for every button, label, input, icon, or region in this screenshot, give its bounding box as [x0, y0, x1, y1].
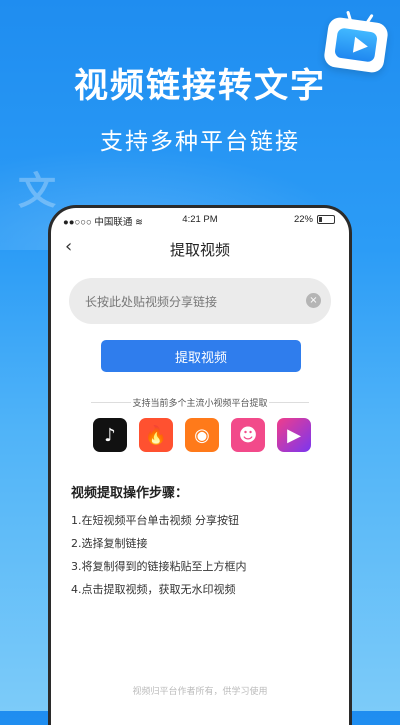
extract-video-button[interactable]: 提取视频	[101, 340, 301, 372]
tiktok-icon: ♪	[93, 418, 127, 452]
battery-status: 22%	[294, 214, 335, 225]
battery-icon	[317, 215, 335, 224]
steps-title: 视频提取操作步骤：	[71, 486, 189, 501]
decorative-glyph: 文	[18, 169, 57, 213]
step-item: 4.点击提取视频，获取无水印视频	[71, 583, 236, 596]
link-input[interactable]	[83, 278, 297, 326]
kuaishou-icon: ◉	[185, 418, 219, 452]
pipi-icon: ☻	[231, 418, 265, 452]
steps-list: 1.在短视频平台单击视频 分享按钮 2.选择复制链接 3.将复制得到的链接粘贴至…	[71, 512, 247, 604]
footer-note: 视频归平台作者所有，供学习使用	[132, 687, 268, 697]
divider-right	[269, 402, 309, 403]
step-item: 3.将复制得到的链接粘贴至上方框内	[71, 560, 247, 573]
huoshan-icon: 🔥	[139, 418, 173, 452]
hero-subtitle: 支持多种平台链接	[100, 129, 300, 155]
page-title: 提取视频	[169, 241, 230, 259]
phone-frame: ●●○○○ 中国联通 ≋ 4:21 PM 22% ‹ 提取视频 × 提取视频 支…	[48, 205, 352, 725]
step-item: 1.在短视频平台单击视频 分享按钮	[71, 514, 239, 527]
video-play-icon: ▶	[277, 418, 311, 452]
status-bar: ●●○○○ 中国联通 ≋ 4:21 PM 22%	[51, 208, 349, 230]
link-input-container: ×	[69, 278, 331, 326]
clear-icon[interactable]: ×	[306, 293, 321, 308]
hero-title: 视频链接转文字	[74, 66, 326, 106]
step-item: 2.选择复制链接	[71, 537, 148, 550]
nav-bar: ‹ 提取视频	[51, 232, 349, 264]
platform-icon-row: ♪ 🔥 ◉ ☻ ▶	[93, 418, 311, 452]
